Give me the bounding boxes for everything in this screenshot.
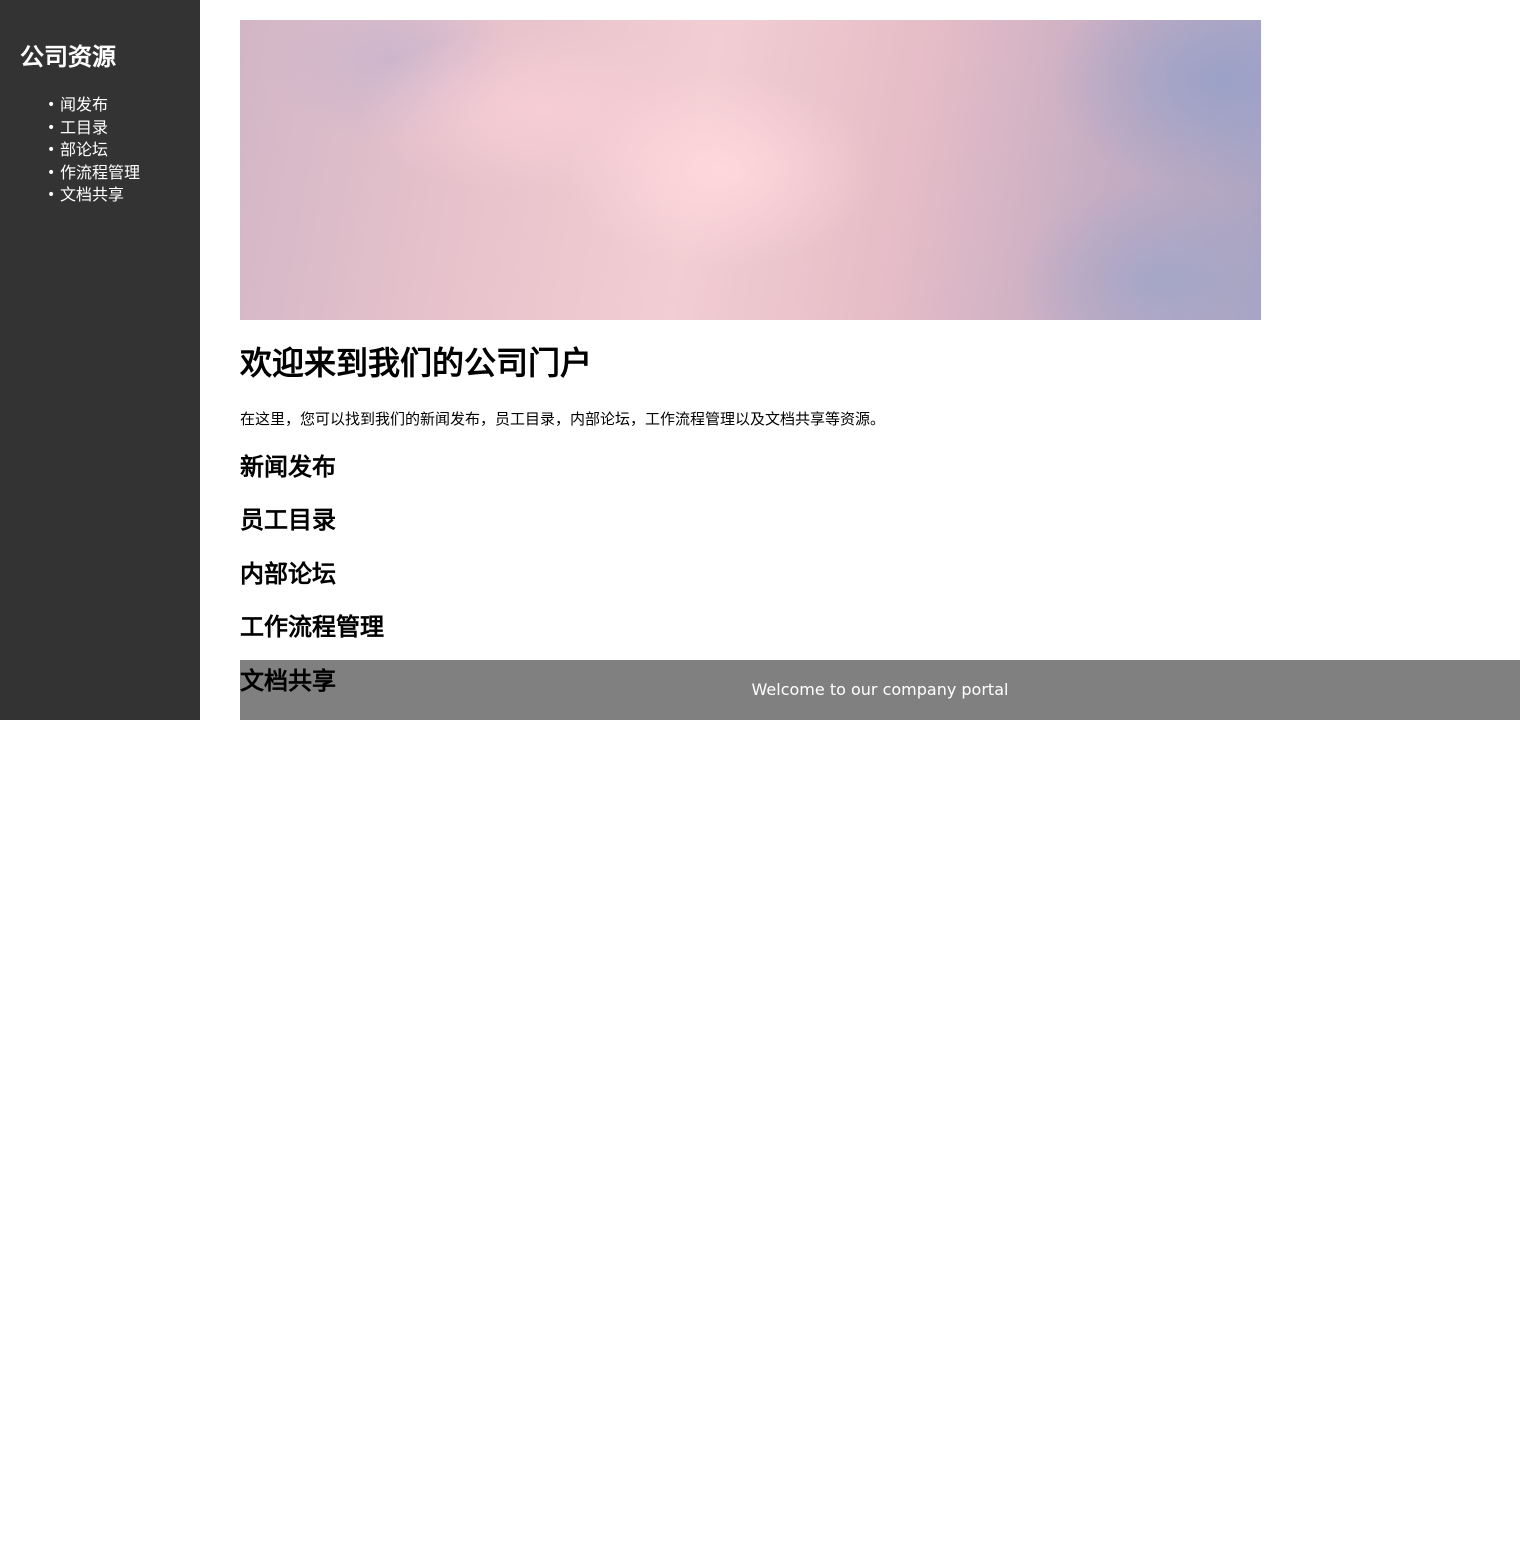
section-heading-documents: 文档共享 xyxy=(240,667,336,695)
sidebar-item-forum: • 部论坛 xyxy=(20,139,180,162)
sidebar-link-forum[interactable]: 部论坛 xyxy=(60,140,108,159)
section-heading-directory: 员工目录 xyxy=(240,506,336,534)
main-content: 欢迎来到我们的公司门户 在这里，您可以找到我们的新闻发布，员工目录，内部论坛，工… xyxy=(240,20,1261,1550)
sidebar-item-workflow: • 作流程管理 xyxy=(20,162,180,185)
sidebar-item-news: • 闻发布 xyxy=(20,94,180,117)
section-heading-forum: 内部论坛 xyxy=(240,560,336,588)
page-title: 欢迎来到我们的公司门户 xyxy=(240,344,593,382)
bullet-icon: • xyxy=(47,187,56,203)
section-heading-news: 新闻发布 xyxy=(240,453,336,481)
sidebar-title: 公司资源 xyxy=(20,43,116,71)
section-heading-workflow: 工作流程管理 xyxy=(240,613,384,641)
sidebar-menu: • 闻发布 • 工目录 • 部论坛 • 作流程管理 • 文档共享 xyxy=(20,94,180,207)
sidebar-item-directory: • 工目录 xyxy=(20,117,180,140)
page-description: 在这里，您可以找到我们的新闻发布，员工目录，内部论坛，工作流程管理以及文档共享等… xyxy=(240,410,886,428)
bullet-icon: • xyxy=(47,164,56,181)
sidebar-link-news[interactable]: 闻发布 xyxy=(60,95,108,114)
bullet-icon: • xyxy=(47,142,56,158)
sidebar-link-documents[interactable]: 文档共享 xyxy=(60,185,124,204)
sidebar-link-directory[interactable]: 工目录 xyxy=(60,118,108,137)
sidebar-item-documents: • 文档共享 xyxy=(20,184,180,207)
sidebar: 公司资源 • 闻发布 • 工目录 • 部论坛 • 作流程管理 • 文档共享 xyxy=(0,0,200,720)
bullet-icon: • xyxy=(47,119,56,136)
sidebar-link-workflow[interactable]: 作流程管理 xyxy=(60,163,140,182)
bullet-icon: • xyxy=(47,97,56,113)
hero-banner-image xyxy=(240,20,1261,320)
